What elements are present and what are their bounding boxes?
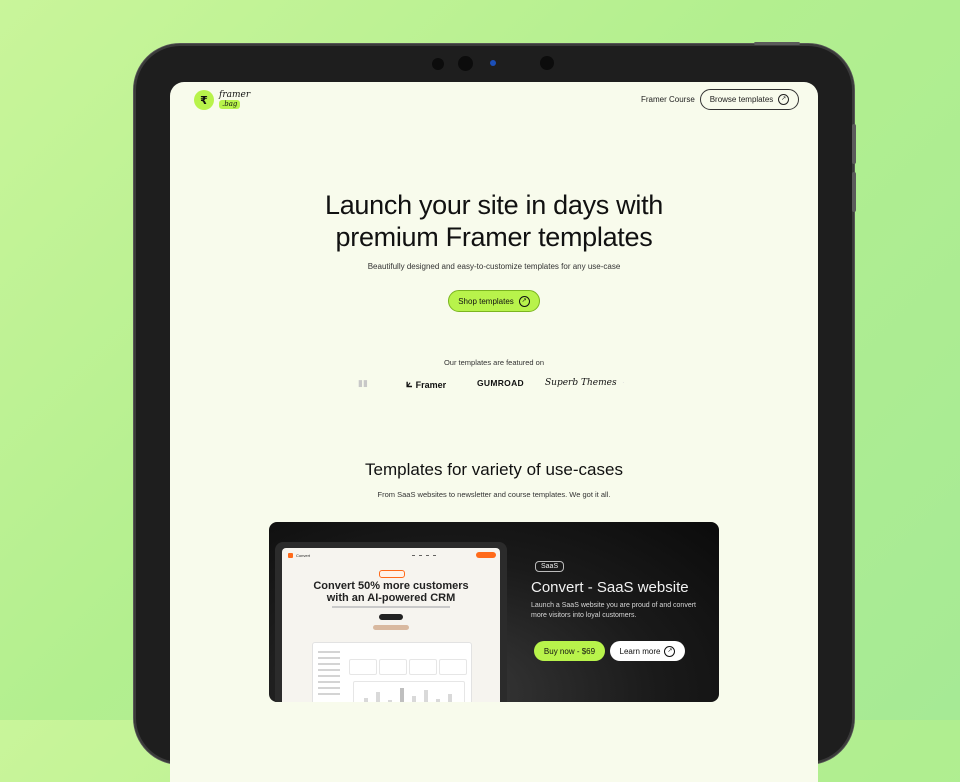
preview-nav-links: ▬ ▬ ▬ ▬	[412, 553, 436, 557]
preview-logo-icon	[288, 553, 293, 558]
template-preview-laptop: Convert ▬ ▬ ▬ ▬ Convert 50% more customers …	[275, 542, 507, 702]
partner-logo-faded: ▮▮	[358, 378, 368, 388]
camera-indicator	[490, 60, 496, 66]
browse-templates-button[interactable]: Browse templates ↗	[700, 89, 799, 110]
preview-stat-card	[409, 659, 437, 675]
tablet-top-button	[754, 42, 800, 45]
partner-framer-text: Framer	[415, 379, 447, 390]
preview-brand-text: Convert	[296, 553, 311, 558]
tablet-volume-up-button	[852, 124, 856, 164]
camera-sensor	[432, 58, 444, 70]
arrow-circle-icon: ↗	[778, 94, 790, 105]
tablet-volume-down-button	[852, 172, 856, 212]
shop-templates-label: Shop templates	[458, 296, 514, 306]
arrow-circle-icon: ↗	[518, 295, 530, 307]
hero-title-line2: premium Framer templates	[335, 222, 653, 252]
website-screen: ₹ framer .bag Framer Course Browse templ…	[170, 82, 818, 782]
preview-avatars	[373, 625, 409, 630]
template-card-convert[interactable]: Convert ▬ ▬ ▬ ▬ Convert 50% more customers …	[269, 522, 719, 702]
framer-mark-icon: ⟀	[406, 378, 413, 390]
preview-stat-card	[349, 659, 377, 675]
preview-headline-line2: with an AI-powered CRM	[326, 592, 456, 604]
preview-dashboard	[312, 642, 472, 702]
preview-stat-card	[379, 659, 407, 675]
preview-bar-chart	[353, 681, 465, 702]
nav-framer-course-link[interactable]: Framer Course	[641, 95, 695, 104]
camera-lens	[458, 56, 473, 71]
preview-button	[379, 614, 403, 620]
shop-templates-button[interactable]: Shop templates ↗	[448, 290, 540, 312]
preview-headline: Convert 50% more customers with an AI-po…	[282, 580, 500, 604]
use-cases-title: Templates for variety of use-cases	[365, 460, 623, 479]
browse-templates-label: Browse templates	[709, 95, 774, 104]
logo-wordmark: framer .bag	[219, 91, 250, 109]
preview-paragraph	[332, 606, 450, 608]
buy-now-button[interactable]: Buy now - $69	[534, 641, 605, 661]
preview-pill	[379, 570, 405, 578]
arrow-circle-icon: ↗	[664, 645, 676, 657]
camera-sensor-right	[540, 56, 554, 70]
tablet-device: ₹ framer .bag Framer Course Browse templ…	[134, 42, 856, 782]
template-title: Convert - SaaS website	[531, 579, 689, 596]
framer-logo-icon: ₹	[194, 90, 214, 110]
preview-brand: Convert	[288, 553, 310, 558]
featured-on-label: Our templates are featured on	[443, 358, 545, 367]
partner-framer-logo: ⟀ Framer	[406, 378, 446, 391]
hero-title: Launch your site in days with premium Fr…	[170, 189, 818, 253]
logo-tag: .bag	[219, 100, 241, 109]
category-badge: SaaS	[535, 561, 565, 572]
partner-gumroad-logo: GUMROAD	[477, 378, 524, 388]
framer-bag-logo[interactable]: ₹ framer .bag	[194, 90, 250, 110]
hero-subtitle: Beautifully designed and easy-to-customi…	[367, 262, 621, 271]
template-description: Launch a SaaS website you are proud of a…	[531, 602, 696, 619]
use-cases-subtitle: From SaaS websites to newsletter and cou…	[377, 490, 611, 499]
template-preview-screen: Convert ▬ ▬ ▬ ▬ Convert 50% more customers …	[282, 548, 500, 702]
preview-stat-card	[439, 659, 467, 675]
learn-more-button[interactable]: Learn more ↗	[610, 641, 685, 661]
preview-dashboard-sidebar	[318, 651, 340, 699]
preview-headline-line1: Convert 50% more customers	[313, 580, 469, 592]
partner-logos: ▮▮ ⟀ Framer GUMROAD Superb Themes ·	[170, 378, 818, 394]
partner-logo-faded-right: ·	[622, 378, 625, 387]
partner-superb-themes-logo: Superb Themes	[545, 378, 617, 388]
logo-text: framer	[219, 90, 251, 100]
hero-title-line1: Launch your site in days with	[325, 190, 663, 220]
preview-cta-button	[476, 552, 496, 558]
learn-more-label: Learn more	[619, 646, 661, 656]
